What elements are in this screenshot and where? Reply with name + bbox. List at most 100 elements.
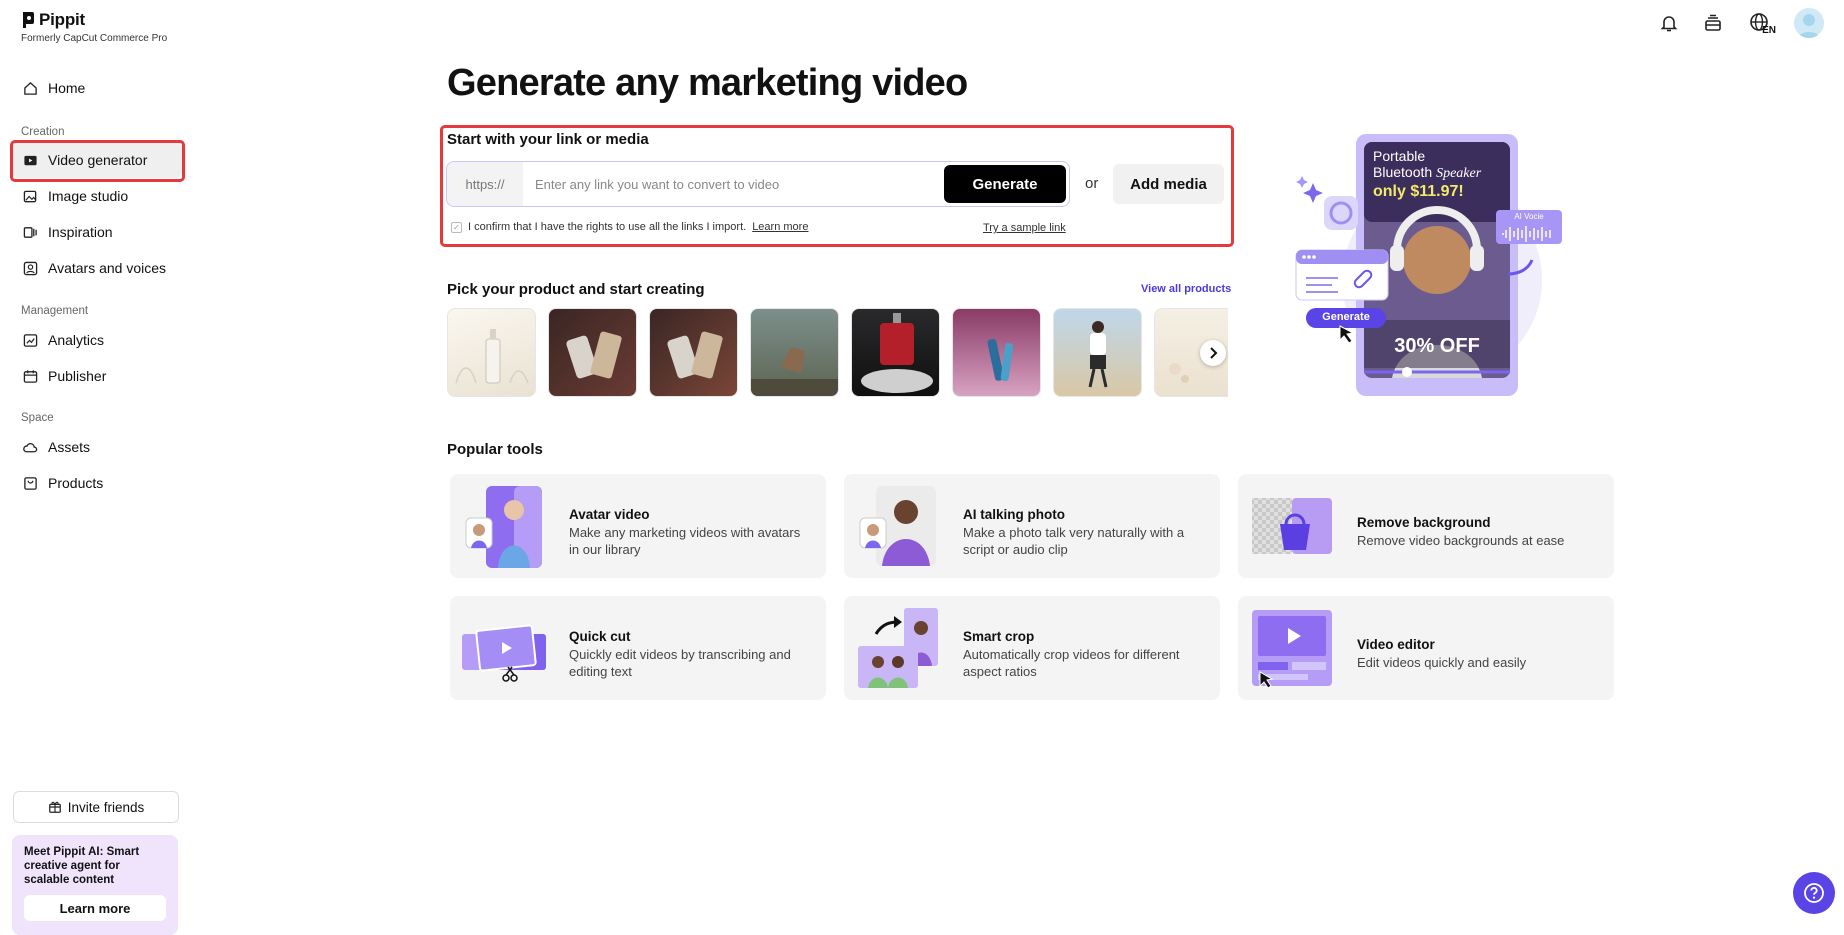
- hero-generate-label: Generate: [1322, 311, 1370, 323]
- rights-confirmation: ✓ I confirm that I have the rights to us…: [451, 221, 808, 233]
- tool-name: Quick cut: [569, 629, 631, 644]
- sample-link[interactable]: Try a sample link: [983, 222, 1066, 234]
- sidebar-item-assets[interactable]: Assets: [12, 429, 182, 465]
- promo-text: Meet Pippit AI: Smart creative agent for…: [24, 846, 140, 886]
- sidebar-item-publisher[interactable]: Publisher: [12, 358, 182, 394]
- tool-desc: Automatically crop videos for different …: [963, 647, 1180, 679]
- sidebar-item-label: Image studio: [48, 188, 129, 204]
- tool-name: Video editor: [1357, 637, 1435, 652]
- shopping-bag-icon: [22, 475, 38, 491]
- invite-friends-button[interactable]: Invite friends: [13, 791, 179, 823]
- hero-ai-voice: AI Vocie: [1514, 212, 1544, 221]
- avatar-video-thumbnail: [462, 484, 546, 568]
- video-editor-thumbnail: [1250, 606, 1334, 690]
- language-code: EN: [1762, 25, 1776, 36]
- section-space: Space: [21, 412, 54, 424]
- tool-name: Smart crop: [963, 629, 1035, 644]
- tool-video-editor[interactable]: Video editor Edit videos quickly and eas…: [1238, 596, 1614, 700]
- subscription-icon[interactable]: [1700, 10, 1726, 36]
- section-creation: Creation: [21, 126, 65, 138]
- popular-tools-title: Popular tools: [447, 441, 543, 458]
- tool-name: Avatar video: [569, 507, 650, 522]
- product-thumb[interactable]: [952, 308, 1041, 397]
- or-separator: or: [1085, 175, 1099, 192]
- product-thumb[interactable]: [649, 308, 738, 397]
- inspiration-icon: [22, 224, 38, 240]
- product-thumb[interactable]: [851, 308, 940, 397]
- product-thumb[interactable]: [750, 308, 839, 397]
- sidebar-item-video-generator[interactable]: Video generator: [12, 142, 182, 178]
- add-media-button[interactable]: Add media: [1113, 164, 1224, 204]
- chevron-right-icon: [1210, 347, 1218, 359]
- hero-line2b: Speaker: [1436, 166, 1482, 181]
- cloud-icon: [22, 439, 38, 455]
- page-title: Generate any marketing video: [447, 62, 968, 104]
- user-avatar[interactable]: [1794, 8, 1824, 38]
- link-input[interactable]: [523, 162, 944, 206]
- url-prefix: https://: [447, 162, 523, 206]
- view-all-products-link[interactable]: View all products: [1141, 283, 1231, 295]
- promo-card: Meet Pippit AI: Smart creative agent for…: [12, 835, 178, 935]
- tool-quick-cut[interactable]: Quick cut Quickly edit videos by transcr…: [450, 596, 826, 700]
- sidebar-item-label: Inspiration: [48, 224, 113, 240]
- hero-line2a: Bluetooth: [1373, 164, 1437, 180]
- sidebar-item-avatars-voices[interactable]: Avatars and voices: [12, 250, 182, 286]
- product-thumb[interactable]: [548, 308, 637, 397]
- sidebar-item-image-studio[interactable]: Image studio: [12, 178, 182, 214]
- link-input-wrapper: https:// Generate: [446, 161, 1070, 207]
- tool-desc: Make a photo talk very naturally with a …: [963, 525, 1185, 557]
- sidebar-item-label: Home: [48, 80, 86, 96]
- promo-learn-more-button[interactable]: Learn more: [24, 895, 166, 921]
- section-management: Management: [21, 305, 89, 317]
- hero-illustration: Portable Bluetooth Speaker only $11.97! …: [1292, 130, 1564, 402]
- sidebar-item-label: Assets: [48, 439, 91, 455]
- brand[interactable]: Pippit Formerly CapCut Commerce Pro: [21, 10, 167, 44]
- sidebar-item-analytics[interactable]: Analytics: [12, 322, 182, 358]
- smart-crop-thumbnail: [856, 606, 940, 690]
- tool-name: AI talking photo: [963, 507, 1065, 522]
- sidebar-item-products[interactable]: Products: [12, 465, 182, 501]
- product-carousel: [447, 308, 1228, 397]
- start-label: Start with your link or media: [447, 131, 649, 148]
- generate-button[interactable]: Generate: [944, 165, 1066, 203]
- sidebar-item-label: Analytics: [48, 332, 105, 348]
- brand-name: Pippit: [39, 10, 86, 29]
- avatar-icon: [22, 260, 38, 276]
- home-icon: [22, 80, 38, 96]
- tool-desc: Remove video backgrounds at ease: [1357, 533, 1565, 548]
- quick-cut-thumbnail: [462, 606, 546, 690]
- language-globe-icon[interactable]: EN: [1744, 10, 1776, 36]
- pick-product-title: Pick your product and start creating: [447, 281, 705, 298]
- talking-photo-thumbnail: [856, 484, 940, 568]
- hero-discount: 30% OFF: [1394, 335, 1480, 357]
- tool-desc: Make any marketing videos with avatars i…: [569, 525, 801, 557]
- rights-checkbox[interactable]: ✓: [451, 221, 462, 233]
- tool-avatar-video[interactable]: Avatar video Make any marketing videos w…: [450, 474, 826, 578]
- video-generator-icon: [22, 152, 38, 168]
- carousel-next-button[interactable]: [1200, 340, 1226, 366]
- tool-ai-talking-photo[interactable]: AI talking photo Make a photo talk very …: [844, 474, 1220, 578]
- gift-icon: [48, 801, 61, 813]
- learn-more-link[interactable]: Learn more: [752, 221, 808, 233]
- tool-remove-background[interactable]: Remove background Remove video backgroun…: [1238, 474, 1614, 578]
- product-thumb[interactable]: [1053, 308, 1142, 397]
- sidebar-item-label: Video generator: [48, 152, 148, 168]
- notification-bell-icon[interactable]: [1656, 10, 1682, 36]
- hero-line1: Portable: [1373, 148, 1426, 164]
- invite-friends-label: Invite friends: [67, 799, 145, 815]
- brand-subtitle: Formerly CapCut Commerce Pro: [21, 33, 168, 44]
- question-icon: [1804, 883, 1824, 903]
- pippit-logo-icon: [23, 12, 34, 28]
- header-actions: EN: [1656, 8, 1824, 38]
- analytics-icon: [22, 332, 38, 348]
- link-input-section: Start with your link or media https:// G…: [440, 125, 1234, 247]
- sidebar: Pippit Formerly CapCut Commerce Pro Home…: [0, 0, 190, 935]
- product-thumb[interactable]: [447, 308, 536, 397]
- tool-desc: Quickly edit videos by transcribing and …: [569, 647, 791, 679]
- tool-smart-crop[interactable]: Smart crop Automatically crop videos for…: [844, 596, 1220, 700]
- sidebar-item-inspiration[interactable]: Inspiration: [12, 214, 182, 250]
- help-button[interactable]: [1793, 872, 1835, 914]
- sidebar-item-home[interactable]: Home: [12, 70, 182, 106]
- tool-name: Remove background: [1357, 515, 1491, 530]
- calendar-icon: [22, 368, 38, 384]
